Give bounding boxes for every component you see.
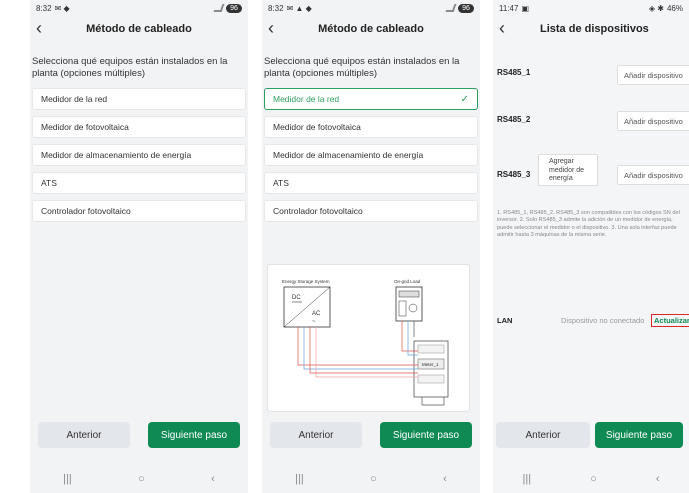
add-device-button-1[interactable]: Añadir dispositivo	[617, 65, 689, 85]
home-icon[interactable]: ○	[138, 473, 145, 485]
meter-label: Meter_1	[422, 362, 439, 367]
nav-back-icon[interactable]: ‹	[443, 473, 447, 485]
wiring-diagram: Energy Storage System DC AC ~ On-grid Lo…	[267, 264, 470, 412]
recent-apps-icon[interactable]: |||	[523, 473, 532, 485]
add-energy-meter-button[interactable]: Agregar medidor de energía	[538, 154, 598, 186]
wire-l2	[303, 327, 418, 370]
system-nav-bar: ||| ○ ‹	[262, 471, 480, 487]
gallery-icon: ▣	[521, 3, 529, 13]
button-row: Anterior Siguiente paso	[493, 422, 689, 448]
option-pv-meter[interactable]: Medidor de fotovoltaica	[264, 116, 478, 138]
instructions-text: Selecciona qué equipos están instalados …	[264, 56, 460, 79]
home-icon[interactable]: ○	[370, 473, 377, 485]
system-nav-bar: ||| ○ ‹	[493, 471, 689, 487]
load-socket-1	[398, 300, 407, 317]
option-ats[interactable]: ATS	[32, 172, 246, 194]
rs485-3-label: RS485_3	[497, 170, 531, 179]
battery-text: 46%	[666, 3, 683, 13]
status-time: 11:47	[499, 3, 519, 13]
options-list: Medidor de la red ✓ Medidor de fotovoltai…	[262, 80, 480, 222]
status-bar: 8:32 ✉ ◆ 96	[30, 0, 248, 16]
meter-terminals-bottom	[417, 374, 445, 384]
lan-status: Dispositivo no conectado	[561, 315, 645, 325]
instructions-text: Selecciona qué equipos están instalados …	[32, 56, 228, 79]
back-icon[interactable]: ‹	[499, 18, 505, 39]
option-storage-meter[interactable]: Medidor de almacenamiento de energía	[32, 144, 246, 166]
notification-icons: ✉ ▲ ◆	[286, 3, 312, 13]
screen-device-list: 11:47 ▣ ◈ ✱ 46% ‹ Lista de dispositivos RS…	[493, 0, 689, 493]
previous-button[interactable]: Anterior	[270, 422, 362, 448]
app-bar: ‹ Lista de dispositivos	[493, 16, 689, 42]
lan-label: LAN	[497, 315, 513, 325]
ac-symbol: ~	[312, 319, 316, 325]
home-icon[interactable]: ○	[590, 473, 597, 485]
load-display	[398, 290, 420, 298]
battery-icon: 96	[226, 3, 242, 13]
lan-row: LAN Dispositivo no conectado Actualizar	[497, 312, 689, 328]
page-title: Método de cableado	[318, 23, 424, 35]
back-icon[interactable]: ‹	[268, 18, 274, 39]
recent-apps-icon[interactable]: |||	[63, 473, 72, 485]
battery-icon: 96	[458, 3, 474, 13]
nav-back-icon[interactable]: ‹	[211, 473, 215, 485]
option-grid-meter[interactable]: Medidor de la red ✓	[264, 88, 478, 110]
rs485-2-label: RS485_2	[497, 115, 531, 124]
ess-label: Energy Storage System	[282, 279, 330, 284]
app-bar: ‹ Método de cableado	[262, 16, 480, 42]
screen-wiring-method-1: 8:32 ✉ ◆ 96 ‹ Método de cableado Seleccio…	[30, 0, 248, 493]
next-step-button[interactable]: Siguiente paso	[380, 422, 472, 448]
status-bar: 11:47 ▣ ◈ ✱ 46%	[493, 0, 689, 16]
options-list: Medidor de la red Medidor de fotovoltaic…	[30, 80, 248, 222]
next-step-button[interactable]: Siguiente paso	[148, 422, 240, 448]
status-time: 8:32	[268, 3, 284, 13]
option-pv-controller[interactable]: Controlador fotovoltaico	[264, 200, 478, 222]
page-title: Lista de dispositivos	[540, 23, 649, 35]
back-icon[interactable]: ‹	[36, 18, 42, 39]
ac-label: AC	[312, 311, 321, 317]
option-ats[interactable]: ATS	[264, 172, 478, 194]
app-bar: ‹ Método de cableado	[30, 16, 248, 42]
update-button[interactable]: Actualizar	[651, 313, 689, 327]
wire-n	[315, 327, 418, 378]
status-bar: 8:32 ✉ ▲ ◆ 96	[262, 0, 480, 16]
dc-label: DC	[292, 295, 301, 301]
signal-icon	[445, 4, 457, 12]
wiring-diagram-graphic: Energy Storage System DC AC ~ On-grid Lo…	[282, 279, 449, 406]
next-step-button[interactable]: Siguiente paso	[595, 422, 683, 448]
status-time: 8:32	[36, 3, 52, 13]
add-device-button-3[interactable]: Añadir dispositivo	[617, 165, 689, 185]
status-icons: ◈ ✱	[648, 3, 664, 13]
option-pv-meter[interactable]: Medidor de fotovoltaica	[32, 116, 246, 138]
rs485-1-label: RS485_1	[497, 68, 531, 77]
option-storage-meter[interactable]: Medidor de almacenamiento de energía	[264, 144, 478, 166]
previous-button[interactable]: Anterior	[38, 422, 130, 448]
option-pv-controller[interactable]: Controlador fotovoltaico	[32, 200, 246, 222]
notification-icons: ✉ ◆	[54, 3, 70, 13]
compatibility-notes: 1. RS485_1, RS485_2, RS485_3 son compati…	[497, 210, 680, 239]
option-grid-meter[interactable]: Medidor de la red	[32, 88, 246, 110]
load-label: On-grid Load	[394, 279, 421, 284]
signal-icon	[213, 4, 225, 12]
recent-apps-icon[interactable]: |||	[295, 473, 304, 485]
button-row: Anterior Siguiente paso	[30, 422, 248, 448]
screen-wiring-method-2: 8:32 ✉ ▲ ◆ 96 ‹ Método de cableado Selecc…	[262, 0, 480, 493]
wire-meter-bottom	[421, 397, 445, 406]
check-icon: ✓	[460, 93, 469, 105]
system-nav-bar: ||| ○ ‹	[30, 471, 248, 487]
load-socket-2	[408, 303, 418, 313]
previous-button[interactable]: Anterior	[496, 422, 590, 448]
button-row: Anterior Siguiente paso	[262, 422, 480, 448]
nav-back-icon[interactable]: ‹	[656, 473, 660, 485]
add-device-button-2[interactable]: Añadir dispositivo	[617, 111, 689, 131]
page-title: Método de cableado	[86, 23, 192, 35]
meter-terminals-top	[417, 344, 445, 354]
